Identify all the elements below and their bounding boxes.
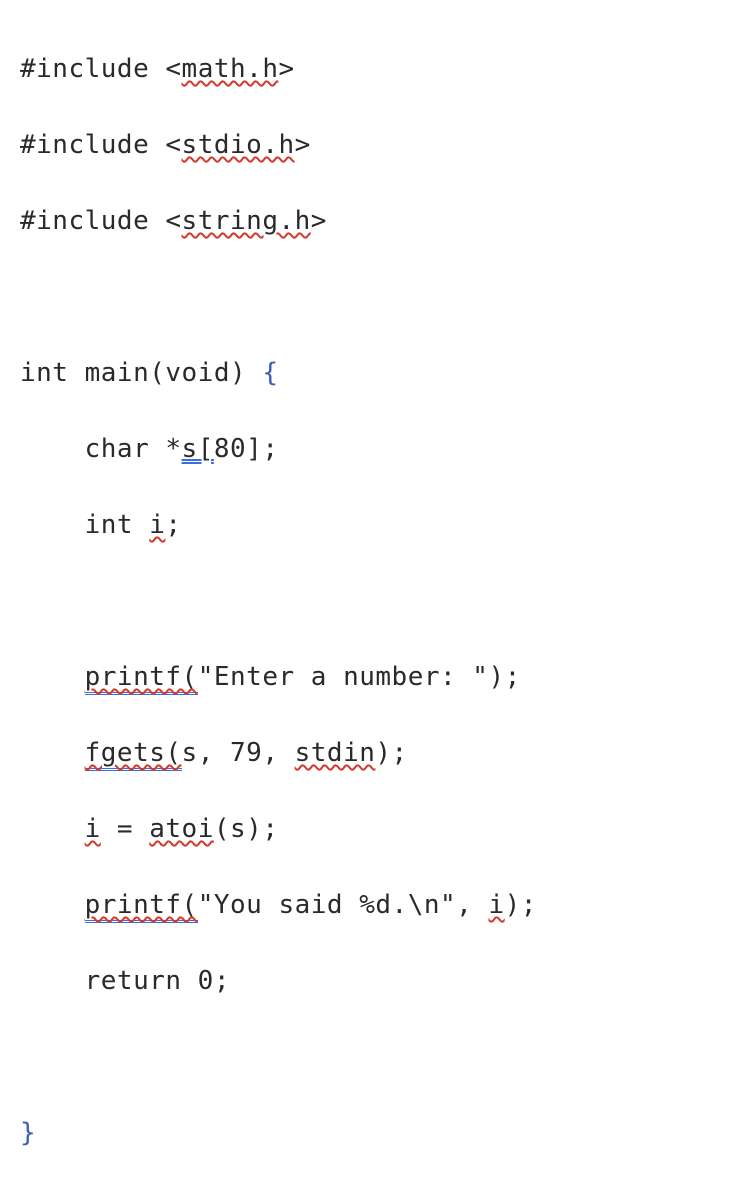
code-line-3: #include <string.h> xyxy=(20,202,742,240)
underlined-text: math.h xyxy=(182,54,279,84)
underlined-text: atoi xyxy=(149,814,214,844)
code-line-15: } xyxy=(20,1114,742,1152)
underlined-text: stdio.h xyxy=(182,130,295,160)
underlined-text: i xyxy=(488,890,504,920)
double-underlined-text: printf( xyxy=(85,890,198,923)
text: #include < xyxy=(20,206,182,236)
text xyxy=(20,890,85,920)
text: #include < xyxy=(20,54,182,84)
code-line-5: int main(void) { xyxy=(20,354,742,392)
code-editor-view: #include <math.h> #include <stdio.h> #in… xyxy=(0,0,742,652)
text: "Enter a number: "); xyxy=(198,662,521,692)
text: > xyxy=(311,206,327,236)
text: ); xyxy=(505,890,537,920)
text xyxy=(20,662,85,692)
text: char * xyxy=(20,434,182,464)
text: ; xyxy=(165,510,181,540)
text: > xyxy=(278,54,294,84)
text: > xyxy=(295,130,311,160)
text: int xyxy=(20,510,149,540)
brace-open: { xyxy=(262,358,278,388)
code-line-6: char *s[80]; xyxy=(20,430,742,468)
underlined-text: fgets( xyxy=(85,738,182,771)
underlined-text: string.h xyxy=(182,206,311,236)
underlined-text: i xyxy=(85,814,101,844)
code-line-11: i = atoi(s); xyxy=(20,810,742,848)
text: #include < xyxy=(20,130,182,160)
text: s, 79, xyxy=(182,738,295,768)
code-line-2: #include <stdio.h> xyxy=(20,126,742,164)
text: return 0; xyxy=(20,966,230,996)
text xyxy=(20,814,85,844)
code-line-13: return 0; xyxy=(20,962,742,1000)
text: "You said %d.\n", xyxy=(198,890,489,920)
double-underlined-text: printf( xyxy=(85,662,198,695)
text: int main(void) xyxy=(20,358,262,388)
code-line-7: int i; xyxy=(20,506,742,544)
code-line-1: #include <math.h> xyxy=(20,50,742,88)
text: = xyxy=(101,814,149,844)
underlined-text: stdin xyxy=(295,738,376,768)
brace-close: } xyxy=(20,1118,36,1148)
code-line-10: fgets(s, 79, stdin); xyxy=(20,734,742,772)
code-line-9: printf("Enter a number: "); xyxy=(20,658,742,696)
underlined-text: i xyxy=(149,510,165,540)
blank-line xyxy=(20,278,742,316)
text xyxy=(20,738,85,768)
blank-line xyxy=(20,582,742,620)
underlined-text: printf( xyxy=(85,890,198,923)
blank-line xyxy=(20,1038,742,1076)
double-underlined-text: fgets( xyxy=(85,738,182,771)
code-line-12: printf("You said %d.\n", i); xyxy=(20,886,742,924)
text: (s); xyxy=(214,814,279,844)
text: ); xyxy=(375,738,407,768)
underlined-text: printf( xyxy=(85,662,198,695)
underlined-text: s[ xyxy=(182,434,214,464)
text: 80]; xyxy=(214,434,279,464)
